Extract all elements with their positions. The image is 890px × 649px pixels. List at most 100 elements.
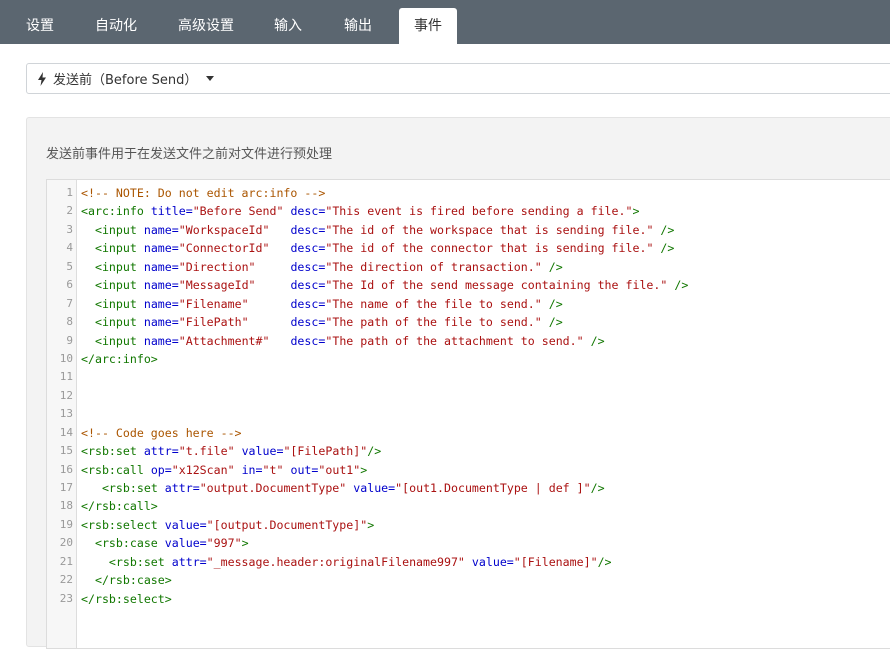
tab-settings[interactable]: 设置 — [12, 0, 68, 44]
code-token: attr= — [164, 481, 200, 495]
code-token: name= — [143, 241, 179, 256]
line-number: 10 — [59, 351, 73, 365]
code-line[interactable]: 17 <rsb:set attr="output.DocumentType" v… — [47, 479, 890, 497]
code-token: "The Id of the send message containing t… — [325, 278, 668, 293]
line-number: 8 — [66, 315, 73, 329]
code-token: name= — [143, 296, 179, 311]
code-token: desc= — [290, 241, 326, 256]
code-line[interactable]: 20 <rsb:case value="997"> — [47, 534, 890, 552]
event-description: 发送前事件用于在发送文件之前对文件进行预处理 — [46, 147, 333, 162]
code-token: </rsb:call> — [81, 499, 158, 514]
code-token: "This event is fired before sending a fi… — [325, 204, 633, 219]
code-token: "Direction" — [178, 259, 256, 274]
code-token: /> — [597, 554, 612, 569]
code-token: name= — [143, 278, 179, 293]
code-line[interactable]: 3 <input name="WorkspaceId" desc="The id… — [47, 221, 890, 239]
code-editor[interactable]: 1 <!-- NOTE: Do not edit arc:info --> 2 <ar… — [46, 179, 890, 649]
code-line[interactable]: 7 <input name="Filename" desc="The name … — [47, 295, 890, 313]
tab-output[interactable]: 输出 — [330, 0, 386, 44]
code-text: <!-- NOTE: Do not edit arc:info --> — [81, 184, 325, 202]
code-token: "x12Scan" — [171, 462, 235, 477]
code-token: desc= — [290, 259, 326, 274]
code-text: <rsb:set attr="output.DocumentType" valu… — [81, 479, 605, 497]
code-line[interactable]: 1 <!-- NOTE: Do not edit arc:info --> — [47, 184, 890, 202]
code-token: "The path of the attachment to send." — [325, 333, 584, 348]
line-number: 19 — [59, 517, 73, 531]
code-text: <input name="ConnectorId" desc="The id o… — [81, 239, 674, 257]
code-line[interactable]: 4 <input name="ConnectorId" desc="The id… — [47, 239, 890, 257]
code-token: "The path of the file to send." — [325, 315, 542, 330]
line-number: 16 — [59, 462, 73, 476]
code-line[interactable]: 14 <!-- Code goes here --> — [47, 424, 890, 442]
tab-advanced-settings[interactable]: 高级设置 — [168, 0, 244, 44]
tab-events[interactable]: 事件 — [399, 8, 457, 44]
code-line[interactable]: 15 <rsb:set attr="t.file" value="[FilePat… — [47, 442, 890, 460]
code-line[interactable]: 12 — [47, 387, 890, 405]
code-token: name= — [143, 315, 179, 330]
code-line[interactable]: 22 </rsb:case> — [47, 571, 890, 589]
code-lines: 1 <!-- NOTE: Do not edit arc:info --> 2 <ar… — [47, 184, 890, 608]
code-token: name= — [143, 333, 179, 348]
code-token: "Before Send" — [192, 204, 284, 219]
code-token: "WorkspaceId" — [178, 222, 270, 237]
tab-automation[interactable]: 自动化 — [82, 0, 150, 44]
tab-input[interactable]: 输入 — [260, 0, 316, 44]
code-text: </rsb:call> — [81, 497, 158, 515]
code-line[interactable]: 11 — [47, 368, 890, 386]
code-token: /> — [548, 296, 563, 311]
code-line[interactable]: 2 <arc:info title="Before Send" desc="Thi… — [47, 202, 890, 220]
code-line[interactable]: 6 <input name="MessageId" desc="The Id o… — [47, 276, 890, 294]
code-line[interactable]: 19 <rsb:select value="[output.DocumentTyp… — [47, 516, 890, 534]
code-token: <input — [94, 222, 137, 237]
code-token: out= — [290, 462, 319, 477]
code-line[interactable]: 5 <input name="Direction" desc="The dire… — [47, 258, 890, 276]
code-token: "t.file" — [178, 444, 235, 459]
tab-bar: 设置 自动化 高级设置 输入 输出 事件 — [0, 0, 890, 44]
event-select-dropdown[interactable]: 发送前（Before Send） — [26, 63, 890, 94]
line-number: 12 — [59, 388, 73, 402]
line-number: 21 — [59, 554, 73, 568]
code-line[interactable]: 21 <rsb:set attr="_message.header:origin… — [47, 553, 890, 571]
code-token: op= — [150, 462, 172, 477]
code-line[interactable]: 8 <input name="FilePath" desc="The path … — [47, 313, 890, 331]
code-token: "out1" — [318, 462, 361, 477]
code-text: <rsb:call op="x12Scan" in="t" out="out1"… — [81, 461, 367, 479]
code-token: "The id of the connector that is sending… — [325, 241, 654, 256]
code-line[interactable]: 10 </arc:info> — [47, 350, 890, 368]
code-token: </rsb:select> — [81, 591, 172, 606]
code-line[interactable]: 23 </rsb:select> — [47, 590, 890, 608]
line-number: 20 — [59, 536, 73, 550]
code-token: "[Filename]" — [513, 554, 598, 569]
code-token: /> — [548, 259, 563, 274]
event-select-label: 发送前（Before Send） — [53, 73, 198, 88]
code-line[interactable]: 13 — [47, 405, 890, 423]
line-number: 7 — [66, 296, 73, 310]
code-line[interactable]: 16 <rsb:call op="x12Scan" in="t" out="out… — [47, 461, 890, 479]
code-text: <input name="WorkspaceId" desc="The id o… — [81, 221, 674, 239]
line-number: 1 — [66, 186, 73, 199]
code-text: <input name="FilePath" desc="The path of… — [81, 313, 563, 331]
code-line[interactable]: 9 <input name="Attachment#" desc="The pa… — [47, 332, 890, 350]
code-line[interactable]: 18 </rsb:call> — [47, 497, 890, 515]
lightning-bolt-icon — [38, 71, 46, 86]
code-token: name= — [143, 222, 179, 237]
line-number: 3 — [66, 222, 73, 236]
code-text: <rsb:select value="[output.DocumentType]… — [81, 516, 374, 534]
